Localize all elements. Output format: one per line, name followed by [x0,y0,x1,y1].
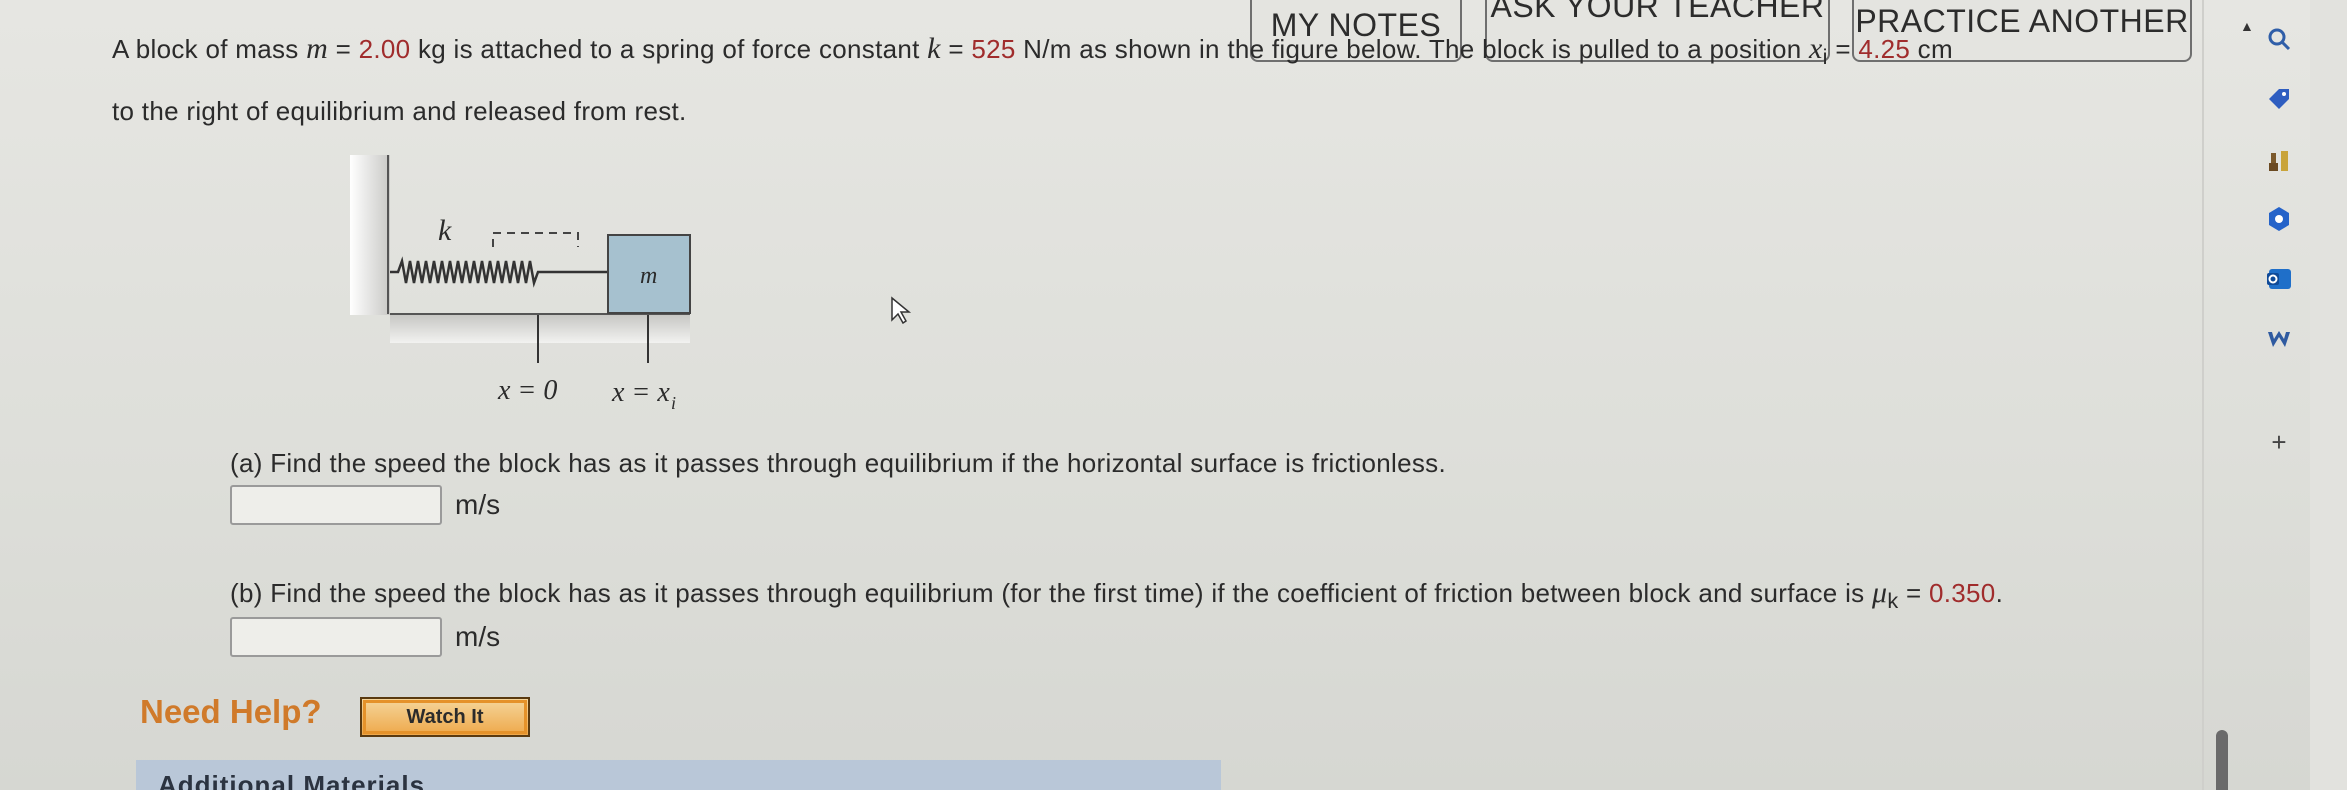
need-help-label: Need Help? [140,693,322,730]
additional-materials-label: Additional Materials [158,770,426,790]
problem-text-fragment: kg is attached to a spring of force cons… [410,34,928,64]
page: MY NOTES ASK YOUR TEACHER PRACTICE ANOTH… [0,0,2347,790]
block-label: m [640,263,657,289]
problem-text-fragment: A block of mass [112,34,307,64]
problem-text-fragment: = [940,34,972,64]
part-a-answer-input[interactable] [230,485,442,525]
additional-materials-bar[interactable]: Additional Materials [136,760,1221,790]
position-variable: x [1809,32,1823,65]
settings-icon[interactable] [2262,202,2296,236]
spring [390,256,608,288]
part-a-unit: m/s [455,489,501,520]
mass-value: 2.00 [358,34,411,64]
part-b-question: (b) Find the speed the block has as it p… [230,576,2003,614]
problem-text-fragment: = [328,34,359,64]
problem-line-2: to the right of equilibrium and released… [112,96,687,126]
scroll-up-arrow-icon[interactable]: ▲ [2240,18,2254,34]
spring-block-figure: k m x = 0 x = x i [350,155,691,413]
friction-coefficient-value: 0.350 [1929,578,1996,608]
part-b-text-fragment: = [1898,578,1929,608]
tag-icon[interactable] [2262,82,2296,116]
scrollbar-thumb[interactable] [2216,730,2228,790]
equilibrium-label: x = 0 [497,375,557,406]
problem-line-1: A block of mass m = 2.00 kg is attached … [112,32,1953,70]
floor [390,313,690,343]
part-b-unit: m/s [455,621,501,652]
friction-coefficient-subscript: k [1887,588,1899,614]
friction-coefficient-variable: μ [1871,576,1888,609]
mass-variable: m [306,32,329,65]
part-b-text-fragment: (b) Find the speed the block has as it p… [230,578,1872,608]
initial-position-label: x = x [611,377,670,408]
spring-constant-variable: k [927,32,941,65]
part-b-answer-input[interactable] [230,617,442,657]
watch-it-button[interactable]: Watch It [360,697,530,737]
problem-text-fragment: cm [1910,34,1953,64]
problem-text-fragment: N/m as shown in the figure below. The bl… [1015,34,1810,64]
part-a-question: (a) Find the speed the block has as it p… [230,448,1446,478]
browser-sidebar [2310,0,2347,790]
problem-text-fragment: = [1827,34,1859,64]
wall [350,155,390,315]
initial-position-subscript: i [671,393,676,413]
add-icon[interactable]: + [2262,425,2296,459]
outlook-icon[interactable] [2262,262,2296,296]
displacement-bracket [492,232,579,247]
w-icon[interactable] [2262,322,2296,356]
chess-icon[interactable] [2262,142,2296,176]
search-icon[interactable] [2262,22,2296,56]
cursor-icon [891,296,912,324]
scrollbar-track [2202,0,2204,790]
part-b-text-fragment: . [1995,578,2004,608]
position-value: 4.25 [1858,34,1911,64]
spring-label: k [438,214,452,247]
spring-constant-value: 525 [971,34,1016,64]
